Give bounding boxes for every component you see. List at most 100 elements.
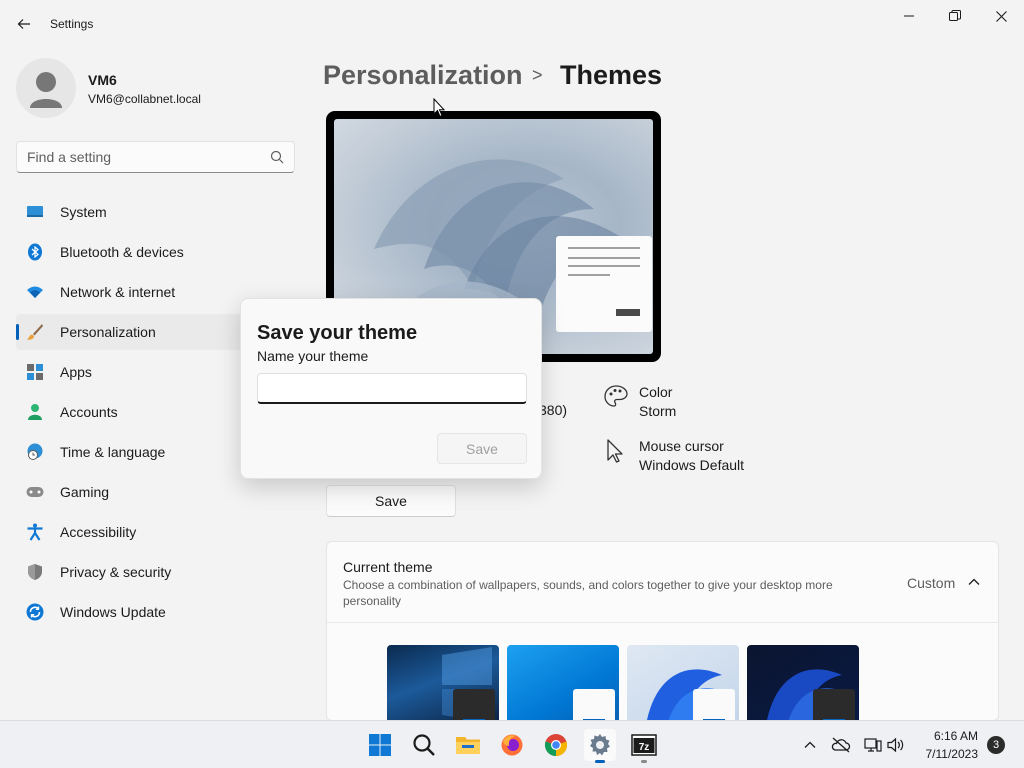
maximize-button[interactable] xyxy=(932,0,978,32)
system-icon xyxy=(27,206,43,217)
accounts-icon xyxy=(28,404,42,420)
breadcrumb-separator: > xyxy=(532,65,543,85)
search-icon[interactable] xyxy=(270,150,284,164)
thumbnail-window xyxy=(453,689,495,720)
svg-text:7z: 7z xyxy=(639,742,650,753)
preview-window-lines xyxy=(568,247,640,316)
clock-date[interactable]: 7/11/2023 xyxy=(918,747,979,761)
person-icon xyxy=(30,72,62,108)
theme-thumbnail-windows-light[interactable] xyxy=(507,645,619,720)
sidebar-item-label: Personalization xyxy=(60,324,156,340)
settings-taskbar-button[interactable] xyxy=(584,729,616,763)
mouse-cursor-title: Mouse cursor xyxy=(639,438,724,454)
back-button[interactable] xyxy=(12,12,36,36)
chevron-up-icon xyxy=(804,741,816,748)
sidebar-item-accessibility[interactable]: Accessibility xyxy=(16,514,248,550)
sidebar-item-system[interactable]: System xyxy=(16,194,248,230)
sidebar-item-network[interactable]: Network & internet xyxy=(16,274,248,310)
sidebar-item-gaming[interactable]: Gaming xyxy=(16,474,248,510)
current-theme-title: Current theme xyxy=(343,559,433,575)
theme-name-input[interactable] xyxy=(257,373,527,404)
network-tray-button[interactable] xyxy=(863,735,883,755)
start-button[interactable] xyxy=(364,729,396,761)
update-icon xyxy=(26,603,44,621)
taskbar: 7z 6:16 AM 7/11/2023 xyxy=(0,720,1024,768)
save-theme-button[interactable]: Save xyxy=(326,485,456,517)
accessibility-icon xyxy=(27,523,43,541)
preview-window xyxy=(556,236,652,332)
thumbnail-window xyxy=(693,689,735,720)
dialog-subtitle: Name your theme xyxy=(257,348,369,364)
onedrive-tray-button[interactable] xyxy=(831,735,851,755)
sidebar-item-label: Gaming xyxy=(60,484,110,500)
search-box[interactable] xyxy=(16,141,295,173)
current-theme-value: Custom xyxy=(907,575,956,591)
file-explorer-button[interactable] xyxy=(452,729,484,761)
user-email: VM6@collabnet.local xyxy=(88,92,201,106)
sidebar-item-label: Apps xyxy=(60,364,92,380)
color-setting[interactable]: Color Storm xyxy=(603,384,763,424)
theme-thumbnail-bloom-light[interactable] xyxy=(627,645,739,720)
back-arrow-icon xyxy=(17,19,30,29)
sidebar-item-bluetooth[interactable]: Bluetooth & devices xyxy=(16,234,248,270)
bluetooth-icon xyxy=(28,243,42,261)
mouse-cursor-setting[interactable]: Mouse cursor Windows Default xyxy=(603,438,763,478)
sidebar-item-personalization[interactable]: Personalization xyxy=(16,314,248,350)
chrome-icon xyxy=(544,734,568,757)
sidebar-item-privacy[interactable]: Privacy & security xyxy=(16,554,248,590)
color-value: Storm xyxy=(639,403,677,419)
search-input[interactable] xyxy=(17,142,267,172)
start-icon xyxy=(369,734,391,756)
wifi-icon xyxy=(27,286,43,298)
sidebar-item-label: Network & internet xyxy=(60,284,176,300)
taskbar-search-button[interactable] xyxy=(408,729,440,761)
volume-tray-button[interactable] xyxy=(886,735,906,755)
palette-icon xyxy=(604,385,628,407)
thumbnail-window xyxy=(813,689,855,720)
firefox-button[interactable] xyxy=(496,729,528,761)
theme-size-text: 380) xyxy=(539,402,568,418)
brush-icon xyxy=(27,324,43,340)
thumbnail-window xyxy=(573,689,615,720)
dialog-save-button[interactable]: Save xyxy=(437,433,527,464)
breadcrumb-parent[interactable]: Personalization xyxy=(323,60,523,91)
sidebar-item-time-language[interactable]: Time & language xyxy=(16,434,248,470)
current-theme-description: Choose a combination of wallpapers, soun… xyxy=(343,578,833,608)
cloud-offline-icon xyxy=(831,737,851,753)
title-bar: Settings xyxy=(0,0,1024,48)
show-hidden-icons-button[interactable] xyxy=(800,735,820,755)
chevron-up-icon[interactable] xyxy=(967,575,981,589)
firefox-icon xyxy=(501,734,523,756)
theme-thumbnail-bloom-dark[interactable] xyxy=(747,645,859,720)
clock-time[interactable]: 6:16 AM xyxy=(918,729,978,743)
save-theme-dialog: Save your theme Name your theme Save xyxy=(240,298,542,479)
mouse-cursor-icon xyxy=(607,439,623,463)
avatar[interactable] xyxy=(16,58,76,118)
sidebar-item-label: Privacy & security xyxy=(60,564,172,580)
page-title: Themes xyxy=(560,60,663,90)
mouse-cursor-value: Windows Default xyxy=(639,457,745,473)
minimize-button[interactable] xyxy=(886,0,932,32)
network-icon xyxy=(864,738,882,752)
theme-thumbnail-windows-dark[interactable] xyxy=(387,645,499,720)
sidebar-item-accounts[interactable]: Accounts xyxy=(16,394,248,430)
7zip-button[interactable]: 7z xyxy=(628,729,660,763)
gamepad-icon xyxy=(26,487,44,497)
globe-clock-icon xyxy=(27,443,43,460)
open-app-indicator xyxy=(641,760,647,763)
minimize-icon xyxy=(904,15,914,17)
chrome-button[interactable] xyxy=(540,729,572,761)
close-icon xyxy=(995,10,1007,22)
mouse-pointer-icon xyxy=(433,98,445,118)
app-title: Settings xyxy=(50,17,94,31)
color-title: Color xyxy=(639,384,673,400)
settings-icon xyxy=(590,734,610,756)
sidebar-item-label: Windows Update xyxy=(60,604,166,620)
volume-icon xyxy=(887,737,904,753)
notification-badge[interactable]: 3 xyxy=(987,736,1005,754)
dialog-title: Save your theme xyxy=(257,322,418,344)
close-button[interactable] xyxy=(978,0,1024,32)
restore-icon xyxy=(949,10,961,21)
sidebar-item-windows-update[interactable]: Windows Update xyxy=(16,594,248,630)
sidebar-item-apps[interactable]: Apps xyxy=(16,354,248,390)
